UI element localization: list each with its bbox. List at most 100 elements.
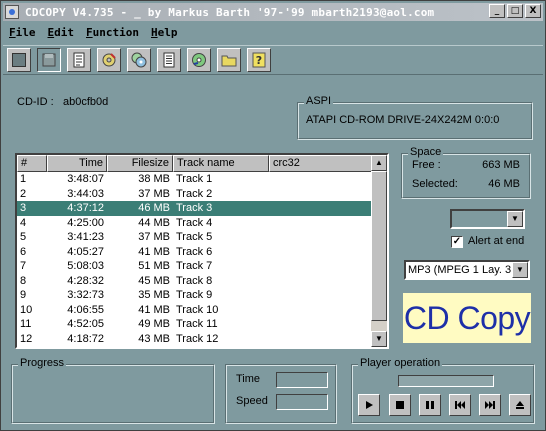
aspi-drive: ATAPI CD-ROM DRIVE-24X242M 0:0:0 [306,114,500,126]
aspi-title: ASPI [304,95,334,107]
pause-button[interactable] [419,394,441,416]
next-track-button[interactable] [479,394,501,416]
table-row[interactable]: 7 5:08:03 51 MB Track 7 [17,259,387,274]
stop-playback-button[interactable] [389,394,411,416]
play-button[interactable] [358,394,380,416]
minimize-button[interactable]: _ [489,4,505,18]
table-row[interactable]: 2 3:44:03 37 MB Track 2 [17,187,387,202]
chevron-down-icon[interactable]: ▼ [512,262,528,278]
eject-icon [516,401,524,409]
time-display [276,372,328,388]
alert-label[interactable]: Alert at end [468,235,524,247]
table-row[interactable]: 12 4:18:72 43 MB Track 12 [17,332,387,347]
track-filesize: 46 MB [138,202,170,214]
chevron-down-icon[interactable]: ▼ [507,211,523,227]
menu-edit[interactable]: Edit [48,26,75,39]
track-time: 4:06:55 [67,303,104,316]
col-time[interactable]: Time [47,155,107,172]
table-row[interactable]: 4 4:25:00 44 MB Track 4 [17,216,387,231]
stop-button[interactable] [7,48,31,72]
cdcopy-window: CDCOPY V4.735 - _ by Markus Barth '97-'9… [0,0,546,431]
menu-help[interactable]: Help [151,26,178,39]
track-name: Track 6 [176,245,213,258]
track-rows: 1 3:48:07 38 MB Track 1 2 3:44:03 37 MB Track 2… [17,172,387,347]
col-number[interactable]: # [17,155,47,172]
table-row[interactable]: 1 3:48:07 38 MB Track 1 [17,172,387,187]
stop-icon [12,53,26,67]
cd-id-value: ab0cfb0d [63,96,109,108]
open-file-button[interactable] [67,48,91,72]
save-button[interactable] [37,48,61,72]
previous-track-button[interactable] [449,394,471,416]
table-row[interactable]: 11 4:52:05 49 MB Track 11 [17,317,387,332]
copy-cd-button[interactable] [127,48,151,72]
track-number: 12 [20,332,33,345]
col-crc32[interactable]: crc32 [269,155,373,172]
track-name: Track 9 [176,289,213,301]
time-label: Time [236,373,261,385]
selected-value: 46 MB [488,178,520,190]
progress-group: Progress [11,357,215,424]
track-filesize: 45 MB [138,274,170,287]
drive-select[interactable]: ▼ [450,209,525,229]
free-value: 663 MB [482,159,520,171]
track-crc32 [269,201,373,216]
write-cd-button[interactable] [187,48,211,72]
progress-title: Progress [18,357,67,369]
menu-function[interactable]: Function [86,26,139,39]
track-number: 10 [20,303,33,316]
maximize-button[interactable]: □ [507,4,523,18]
track-crc32 [269,245,373,260]
folder-button[interactable] [217,48,241,72]
player-position-slider[interactable] [398,375,494,387]
help-icon: ? [252,52,266,68]
read-cd-button[interactable] [97,48,121,72]
cd-read-icon [102,53,116,67]
scroll-up-icon[interactable]: ▲ [371,155,387,171]
track-crc32 [269,332,373,347]
track-crc32 [269,230,373,245]
close-button[interactable]: X [525,4,541,18]
free-label: Free : [412,159,441,171]
table-row[interactable]: 6 4:05:27 41 MB Track 6 [17,245,387,260]
menu-file[interactable]: File [9,26,36,39]
track-crc32 [269,259,373,274]
scroll-down-icon[interactable]: ▼ [371,331,387,347]
table-row[interactable]: 10 4:06:55 41 MB Track 10 [17,303,387,318]
track-crc32 [269,288,373,303]
col-track-name[interactable]: Track name [173,155,269,172]
track-number: 6 [20,245,27,258]
track-filesize: 46 MB [107,346,173,347]
track-crc32 [269,346,373,347]
table-row[interactable]: 134:35:4846 MBTrack 13 [17,346,387,347]
cd-copy-icon [131,52,147,68]
table-row[interactable]: 5 3:41:23 37 MB Track 5 [17,230,387,245]
selected-label: Selected: [412,178,458,190]
title-bar[interactable]: CDCOPY V4.735 - _ by Markus Barth '97-'9… [3,3,543,21]
track-number: 1 [20,173,27,185]
vertical-scrollbar[interactable]: ▲ ▼ [371,155,387,347]
format-select[interactable]: MP3 (MPEG 1 Lay. 3 ▼ [404,260,530,280]
track-name: Track 7 [176,260,213,272]
track-number: 4 [20,216,27,229]
table-row[interactable]: 3 4:37:12 46 MB Track 3 [17,201,387,216]
track-time: 3:32:73 [67,289,104,301]
app-icon [5,5,19,19]
alert-checkbox[interactable]: ✓ [451,236,463,248]
track-filesize: 35 MB [138,289,170,301]
track-name: Track 2 [176,187,213,200]
eject-button[interactable] [509,394,531,416]
track-list-button[interactable] [157,48,181,72]
col-filesize[interactable]: Filesize [107,155,173,172]
help-button[interactable]: ? [247,48,271,72]
svg-text:?: ? [256,54,262,67]
scroll-thumb[interactable] [371,171,387,321]
track-crc32 [269,317,373,332]
table-row[interactable]: 8 4:28:32 45 MB Track 8 [17,274,387,289]
track-number: 9 [20,289,27,301]
menu-bar: File Edit Function Help [3,23,543,41]
table-row[interactable]: 9 3:32:73 35 MB Track 9 [17,288,387,303]
track-filesize: 37 MB [138,231,170,243]
track-table[interactable]: # Time Filesize Track name crc32 1 3:48:0… [15,153,389,349]
track-name: Track 1 [176,173,213,185]
